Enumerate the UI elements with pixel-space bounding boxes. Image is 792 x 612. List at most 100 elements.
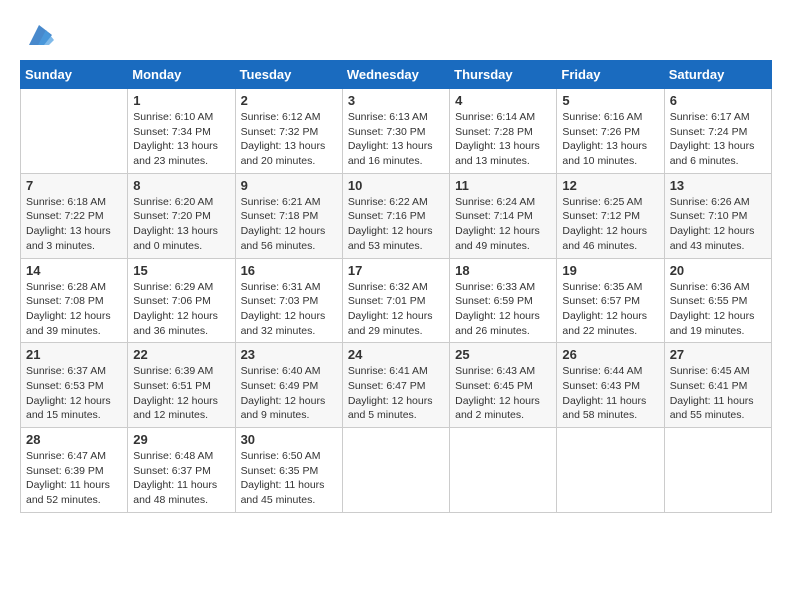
day-info: Sunrise: 6:37 AMSunset: 6:53 PMDaylight:…	[26, 364, 122, 423]
day-info: Sunrise: 6:43 AMSunset: 6:45 PMDaylight:…	[455, 364, 551, 423]
day-number: 26	[562, 347, 658, 362]
weekday-header: Tuesday	[235, 61, 342, 89]
day-info: Sunrise: 6:17 AMSunset: 7:24 PMDaylight:…	[670, 110, 766, 169]
day-number: 10	[348, 178, 444, 193]
day-info: Sunrise: 6:12 AMSunset: 7:32 PMDaylight:…	[241, 110, 337, 169]
calendar-cell: 5Sunrise: 6:16 AMSunset: 7:26 PMDaylight…	[557, 89, 664, 174]
weekday-header: Monday	[128, 61, 235, 89]
calendar-cell	[342, 428, 449, 513]
day-info: Sunrise: 6:32 AMSunset: 7:01 PMDaylight:…	[348, 280, 444, 339]
day-info: Sunrise: 6:21 AMSunset: 7:18 PMDaylight:…	[241, 195, 337, 254]
day-number: 5	[562, 93, 658, 108]
calendar-cell: 27 Sunrise: 6:45 AMSunset: 6:41 PMDayligh…	[664, 343, 771, 428]
day-number: 16	[241, 263, 337, 278]
calendar-week-row: 28 Sunrise: 6:47 AMSunset: 6:39 PMDayligh…	[21, 428, 772, 513]
day-info: Sunrise: 6:33 AMSunset: 6:59 PMDaylight:…	[455, 280, 551, 339]
day-info: Sunrise: 6:39 AMSunset: 6:51 PMDaylight:…	[133, 364, 229, 423]
calendar-cell	[450, 428, 557, 513]
weekday-header: Thursday	[450, 61, 557, 89]
calendar-table: SundayMondayTuesdayWednesdayThursdayFrid…	[20, 60, 772, 513]
calendar-cell: 10 Sunrise: 6:22 AMSunset: 7:16 PMDayligh…	[342, 173, 449, 258]
calendar-cell: 15 Sunrise: 6:29 AMSunset: 7:06 PMDayligh…	[128, 258, 235, 343]
calendar-cell: 13 Sunrise: 6:26 AMSunset: 7:10 PMDayligh…	[664, 173, 771, 258]
calendar-cell: 24 Sunrise: 6:41 AMSunset: 6:47 PMDayligh…	[342, 343, 449, 428]
day-number: 9	[241, 178, 337, 193]
day-info: Sunrise: 6:18 AMSunset: 7:22 PMDaylight:…	[26, 195, 122, 254]
day-number: 4	[455, 93, 551, 108]
calendar-cell: 22 Sunrise: 6:39 AMSunset: 6:51 PMDayligh…	[128, 343, 235, 428]
calendar-cell: 9 Sunrise: 6:21 AMSunset: 7:18 PMDaylight…	[235, 173, 342, 258]
calendar-cell: 8 Sunrise: 6:20 AMSunset: 7:20 PMDaylight…	[128, 173, 235, 258]
day-info: Sunrise: 6:48 AMSunset: 6:37 PMDaylight:…	[133, 449, 229, 508]
calendar-week-row: 1 Sunrise: 6:10 AMSunset: 7:34 PMDaylight…	[21, 89, 772, 174]
day-number: 3	[348, 93, 444, 108]
page-header	[20, 20, 772, 50]
calendar-cell	[557, 428, 664, 513]
calendar-cell: 25 Sunrise: 6:43 AMSunset: 6:45 PMDayligh…	[450, 343, 557, 428]
day-number: 30	[241, 432, 337, 447]
weekday-header-row: SundayMondayTuesdayWednesdayThursdayFrid…	[21, 61, 772, 89]
calendar-cell: 14 Sunrise: 6:28 AMSunset: 7:08 PMDayligh…	[21, 258, 128, 343]
day-info: Sunrise: 6:10 AMSunset: 7:34 PMDaylight:…	[133, 110, 229, 169]
day-info: Sunrise: 6:31 AMSunset: 7:03 PMDaylight:…	[241, 280, 337, 339]
day-number: 29	[133, 432, 229, 447]
calendar-cell: 23Sunrise: 6:40 AMSunset: 6:49 PMDayligh…	[235, 343, 342, 428]
day-number: 8	[133, 178, 229, 193]
day-number: 18	[455, 263, 551, 278]
day-info: Sunrise: 6:14 AMSunset: 7:28 PMDaylight:…	[455, 110, 551, 169]
day-number: 14	[26, 263, 122, 278]
day-info: Sunrise: 6:28 AMSunset: 7:08 PMDaylight:…	[26, 280, 122, 339]
day-number: 24	[348, 347, 444, 362]
day-number: 6	[670, 93, 766, 108]
day-number: 27	[670, 347, 766, 362]
calendar-cell: 28 Sunrise: 6:47 AMSunset: 6:39 PMDayligh…	[21, 428, 128, 513]
day-info: Sunrise: 6:47 AMSunset: 6:39 PMDaylight:…	[26, 449, 122, 508]
calendar-cell: 1 Sunrise: 6:10 AMSunset: 7:34 PMDaylight…	[128, 89, 235, 174]
day-info: Sunrise: 6:45 AMSunset: 6:41 PMDaylight:…	[670, 364, 766, 423]
calendar-week-row: 21 Sunrise: 6:37 AMSunset: 6:53 PMDayligh…	[21, 343, 772, 428]
weekday-header: Saturday	[664, 61, 771, 89]
calendar-week-row: 7Sunrise: 6:18 AMSunset: 7:22 PMDaylight…	[21, 173, 772, 258]
calendar-cell: 20 Sunrise: 6:36 AMSunset: 6:55 PMDayligh…	[664, 258, 771, 343]
day-info: Sunrise: 6:13 AMSunset: 7:30 PMDaylight:…	[348, 110, 444, 169]
calendar-cell: 11 Sunrise: 6:24 AMSunset: 7:14 PMDayligh…	[450, 173, 557, 258]
calendar-cell: 30 Sunrise: 6:50 AMSunset: 6:35 PMDayligh…	[235, 428, 342, 513]
calendar-cell: 26Sunrise: 6:44 AMSunset: 6:43 PMDayligh…	[557, 343, 664, 428]
day-info: Sunrise: 6:41 AMSunset: 6:47 PMDaylight:…	[348, 364, 444, 423]
calendar-week-row: 14 Sunrise: 6:28 AMSunset: 7:08 PMDayligh…	[21, 258, 772, 343]
day-number: 25	[455, 347, 551, 362]
calendar-cell: 29 Sunrise: 6:48 AMSunset: 6:37 PMDayligh…	[128, 428, 235, 513]
day-number: 11	[455, 178, 551, 193]
day-info: Sunrise: 6:29 AMSunset: 7:06 PMDaylight:…	[133, 280, 229, 339]
calendar-cell	[21, 89, 128, 174]
calendar-cell: 21 Sunrise: 6:37 AMSunset: 6:53 PMDayligh…	[21, 343, 128, 428]
day-info: Sunrise: 6:25 AMSunset: 7:12 PMDaylight:…	[562, 195, 658, 254]
day-number: 28	[26, 432, 122, 447]
day-info: Sunrise: 6:24 AMSunset: 7:14 PMDaylight:…	[455, 195, 551, 254]
calendar-cell: 6 Sunrise: 6:17 AMSunset: 7:24 PMDaylight…	[664, 89, 771, 174]
weekday-header: Sunday	[21, 61, 128, 89]
calendar-cell: 16 Sunrise: 6:31 AMSunset: 7:03 PMDayligh…	[235, 258, 342, 343]
day-number: 1	[133, 93, 229, 108]
calendar-cell: 17 Sunrise: 6:32 AMSunset: 7:01 PMDayligh…	[342, 258, 449, 343]
day-number: 13	[670, 178, 766, 193]
day-number: 15	[133, 263, 229, 278]
day-info: Sunrise: 6:36 AMSunset: 6:55 PMDaylight:…	[670, 280, 766, 339]
logo-icon	[24, 20, 54, 50]
day-info: Sunrise: 6:26 AMSunset: 7:10 PMDaylight:…	[670, 195, 766, 254]
day-info: Sunrise: 6:20 AMSunset: 7:20 PMDaylight:…	[133, 195, 229, 254]
day-info: Sunrise: 6:50 AMSunset: 6:35 PMDaylight:…	[241, 449, 337, 508]
day-info: Sunrise: 6:22 AMSunset: 7:16 PMDaylight:…	[348, 195, 444, 254]
day-number: 17	[348, 263, 444, 278]
day-number: 12	[562, 178, 658, 193]
weekday-header: Wednesday	[342, 61, 449, 89]
calendar-cell: 3 Sunrise: 6:13 AMSunset: 7:30 PMDaylight…	[342, 89, 449, 174]
calendar-cell: 12 Sunrise: 6:25 AMSunset: 7:12 PMDayligh…	[557, 173, 664, 258]
day-number: 20	[670, 263, 766, 278]
calendar-cell: 2Sunrise: 6:12 AMSunset: 7:32 PMDaylight…	[235, 89, 342, 174]
calendar-cell	[664, 428, 771, 513]
day-number: 21	[26, 347, 122, 362]
day-number: 22	[133, 347, 229, 362]
calendar-cell: 4 Sunrise: 6:14 AMSunset: 7:28 PMDaylight…	[450, 89, 557, 174]
calendar-cell: 18 Sunrise: 6:33 AMSunset: 6:59 PMDayligh…	[450, 258, 557, 343]
